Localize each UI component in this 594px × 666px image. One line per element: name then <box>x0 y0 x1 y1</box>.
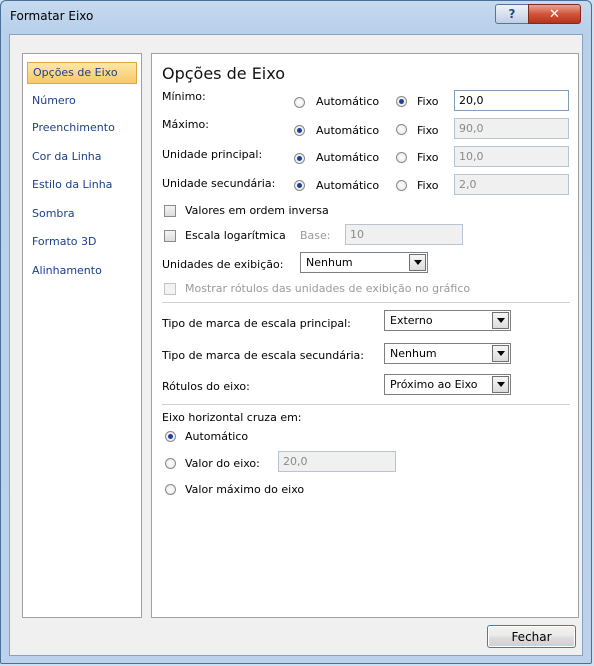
major-unit-value-field[interactable]: 10,0 <box>454 146 569 167</box>
minor-unit-auto-radio[interactable] <box>294 180 305 191</box>
display-units-value: Nenhum <box>306 256 353 269</box>
title-bar[interactable]: Formatar Eixo ? ✕ <box>1 1 591 33</box>
nav-item-label: Cor da Linha <box>32 150 102 163</box>
minor-tick-dropdown[interactable]: Nenhum <box>384 343 511 364</box>
log-scale-label: Escala logarítmica <box>185 229 286 242</box>
axis-labels-label: Rótulos do eixo: <box>162 380 250 393</box>
maximum-fixed-label: Fixo <box>417 124 439 137</box>
major-tick-label: Tipo de marca de escala principal: <box>162 317 351 330</box>
crosses-auto-label: Automático <box>185 430 249 443</box>
nav-item-alinhamento[interactable]: Alinhamento <box>27 260 137 282</box>
maximum-label: Máximo: <box>162 118 209 131</box>
axis-labels-dropdown[interactable]: Próximo ao Eixo <box>384 374 511 395</box>
options-panel: Opções de Eixo Mínimo: Automático Fixo 2… <box>151 53 579 618</box>
minor-unit-value-field[interactable]: 2,0 <box>454 174 569 195</box>
reverse-order-label: Valores em ordem inversa <box>185 204 329 217</box>
crosses-auto-radio[interactable] <box>165 431 176 442</box>
nav-item-opcoes-de-eixo[interactable]: Opções de Eixo <box>27 62 137 84</box>
close-button-label: Fechar <box>511 629 552 644</box>
nav-item-preenchimento[interactable]: Preenchimento <box>27 117 137 139</box>
close-icon: ✕ <box>549 6 560 22</box>
major-tick-value: Externo <box>390 314 433 327</box>
nav-item-label: Preenchimento <box>32 121 115 134</box>
chevron-down-icon[interactable] <box>492 312 509 329</box>
axis-labels-value: Próximo ao Eixo <box>390 378 478 391</box>
minimum-value-field[interactable]: 20,0 <box>454 90 569 111</box>
show-units-checkbox[interactable] <box>164 283 176 295</box>
display-units-dropdown[interactable]: Nenhum <box>300 252 428 273</box>
chevron-down-icon[interactable] <box>492 345 509 362</box>
nav-item-label: Estilo da Linha <box>32 178 113 191</box>
minimum-fixed-radio[interactable] <box>396 96 407 107</box>
minor-unit-auto-label: Automático <box>316 179 380 192</box>
nav-item-sombra[interactable]: Sombra <box>27 203 137 225</box>
separator <box>162 302 570 303</box>
close-button[interactable]: Fechar <box>487 625 576 648</box>
display-units-label: Unidades de exibição: <box>162 258 284 271</box>
nav-item-label: Número <box>32 94 76 107</box>
minor-tick-value: Nenhum <box>390 347 437 360</box>
minor-unit-fixed-label: Fixo <box>417 179 439 192</box>
nav-item-cor-da-linha[interactable]: Cor da Linha <box>27 146 137 168</box>
nav-item-label: Opções de Eixo <box>33 66 118 79</box>
nav-item-label: Sombra <box>32 207 75 220</box>
major-tick-dropdown[interactable]: Externo <box>384 310 511 331</box>
minimum-fixed-label: Fixo <box>417 95 439 108</box>
minimum-auto-radio[interactable] <box>294 97 305 108</box>
crosses-value-radio[interactable] <box>165 458 176 469</box>
maximum-auto-label: Automático <box>316 124 380 137</box>
nav-item-label: Formato 3D <box>32 235 97 248</box>
major-unit-auto-radio[interactable] <box>294 153 305 164</box>
nav-item-formato-3d[interactable]: Formato 3D <box>27 231 137 253</box>
base-value-field[interactable]: 10 <box>345 224 463 245</box>
dialog-title: Formatar Eixo <box>10 9 94 23</box>
close-window-button[interactable]: ✕ <box>528 4 581 24</box>
minimum-auto-label: Automático <box>316 95 380 108</box>
crosses-heading: Eixo horizontal cruza em: <box>162 411 302 424</box>
crosses-max-radio[interactable] <box>165 484 176 495</box>
nav-item-label: Alinhamento <box>32 264 102 277</box>
help-button[interactable]: ? <box>495 4 529 24</box>
crosses-max-label: Valor máximo do eixo <box>185 483 305 496</box>
maximum-value-field[interactable]: 90,0 <box>454 118 569 139</box>
major-unit-auto-label: Automático <box>316 151 380 164</box>
minor-unit-label: Unidade secundária: <box>162 177 276 190</box>
category-list: Opções de Eixo Número Preenchimento Cor … <box>22 53 142 618</box>
log-scale-checkbox[interactable] <box>164 230 176 242</box>
maximum-fixed-radio[interactable] <box>396 124 407 135</box>
help-icon: ? <box>508 7 516 21</box>
panel-heading: Opções de Eixo <box>162 64 286 83</box>
minor-tick-label: Tipo de marca de escala secundária: <box>162 349 364 362</box>
crosses-value-label: Valor do eixo: <box>185 457 260 470</box>
separator <box>162 404 570 405</box>
nav-item-numero[interactable]: Número <box>27 90 137 112</box>
major-unit-label: Unidade principal: <box>162 148 263 161</box>
reverse-order-checkbox[interactable] <box>164 205 176 217</box>
minimum-label: Mínimo: <box>162 90 206 103</box>
show-units-label: Mostrar rótulos das unidades de exibição… <box>185 282 471 295</box>
minor-unit-fixed-radio[interactable] <box>396 180 407 191</box>
maximum-auto-radio[interactable] <box>294 125 305 136</box>
nav-item-estilo-da-linha[interactable]: Estilo da Linha <box>27 174 137 196</box>
major-unit-fixed-radio[interactable] <box>396 152 407 163</box>
major-unit-fixed-label: Fixo <box>417 151 439 164</box>
chevron-down-icon[interactable] <box>492 376 509 393</box>
chevron-down-icon[interactable] <box>409 254 426 271</box>
base-label: Base: <box>300 229 331 242</box>
crosses-value-field[interactable]: 20,0 <box>278 451 396 472</box>
